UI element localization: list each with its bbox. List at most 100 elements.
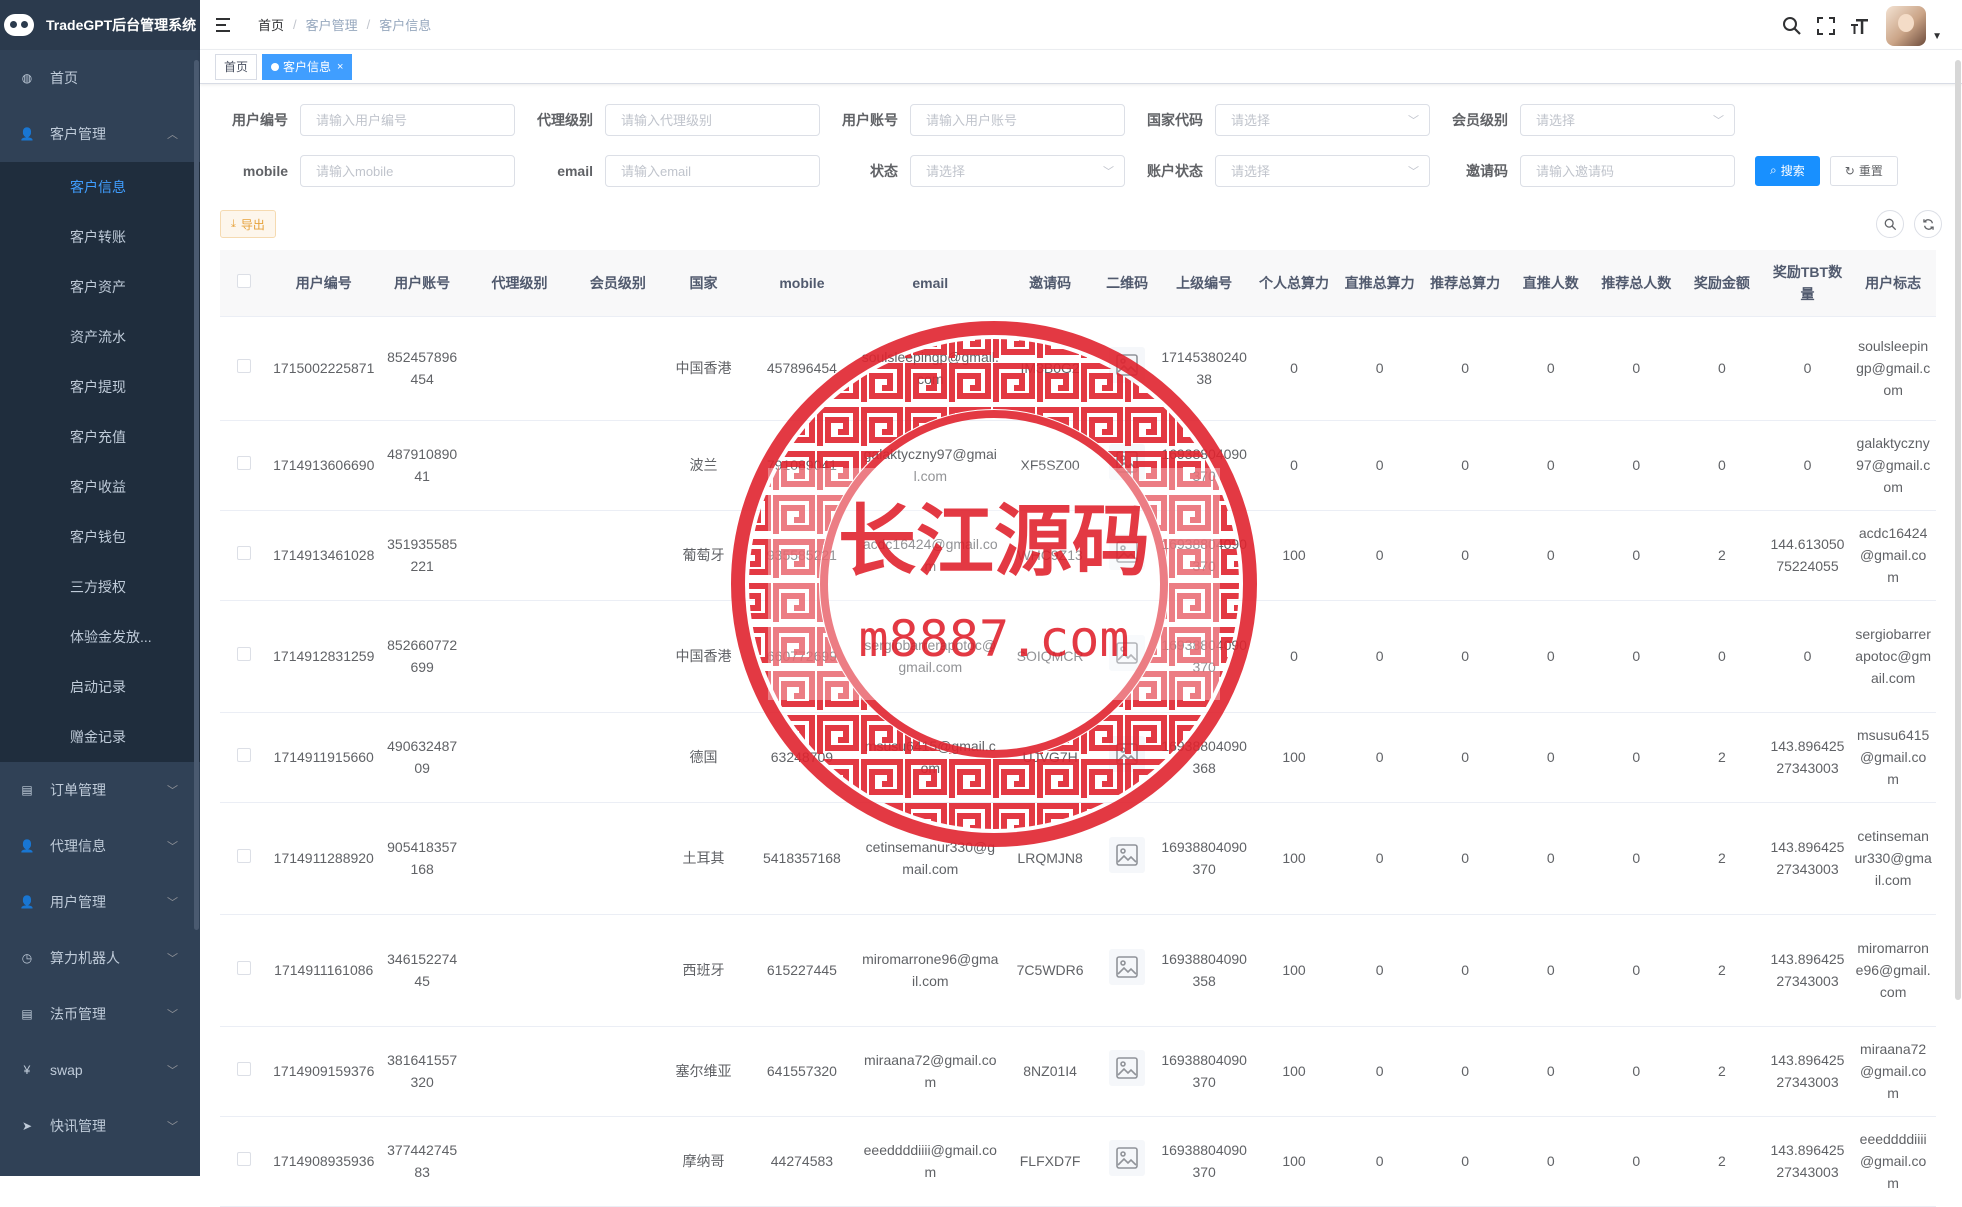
table-row[interactable]: 1714913606690 48791089041 波兰 791089041 galak… [220,420,1936,511]
row-checkbox[interactable] [236,961,251,975]
row-select-cell[interactable] [220,712,268,803]
qr-cell[interactable] [1097,510,1158,601]
sidebar-item-1[interactable]: 👤 客户管理 ︿ [0,106,200,162]
row-select-cell[interactable] [220,1026,268,1117]
qr-cell[interactable] [1097,600,1158,713]
image-placeholder-icon[interactable] [1109,837,1146,873]
filter-input[interactable]: 请输入用户编号 [300,103,515,136]
row-checkbox[interactable] [236,456,251,470]
sidebar-scrollbar[interactable] [194,60,199,930]
row-select-cell[interactable] [220,802,268,915]
filter-input[interactable]: 请输入mobile [300,154,515,187]
image-placeholder-icon[interactable] [1109,635,1146,671]
avatar[interactable] [1886,6,1927,46]
qr-cell[interactable] [1097,420,1158,511]
image-placeholder-icon[interactable] [1109,736,1146,772]
table-row[interactable]: 1714913461028 351935585221 葡萄牙 935585221 acd… [220,510,1936,601]
hamburger-icon[interactable] [216,17,234,32]
sidebar-item-0[interactable]: ◍ 首页 [0,50,200,106]
cell-1: 1714911288920 [267,802,381,915]
qr-cell[interactable] [1097,316,1158,421]
sidebar-subitem-6[interactable]: 客户收益 [0,462,200,512]
cell-7: soulsleepingp@gmail.com [857,316,1004,421]
row-select-cell[interactable] [220,316,268,421]
refresh-button[interactable] [1914,210,1942,238]
table-row[interactable]: 1714912831259 852660772699 中国香港 660772699 se… [220,600,1936,713]
sidebar-subitem-7[interactable]: 客户钱包 [0,512,200,562]
filter-input[interactable]: 请输入代理级别 [605,103,820,136]
sidebar-subitem-3[interactable]: 资产流水 [0,312,200,362]
filter-input[interactable]: 请输入用户账号 [910,103,1125,136]
sidebar-subitem-8[interactable]: 三方授权 [0,562,200,612]
toggle-search-button[interactable] [1876,210,1904,238]
reset-button[interactable]: ↻ 重置 [1829,155,1898,186]
table-row[interactable]: 1714911161086 34615227445 西班牙 615227445 miro… [220,914,1936,1027]
sidebar-item-6[interactable]: ▤ 法币管理 ﹀ [0,986,200,1042]
table-row[interactable]: 1714911288920 905418357168 土耳其 5418357168 ce… [220,802,1936,915]
table-row[interactable]: 1715002225871 852457896454 中国香港 457896454 so… [220,316,1936,421]
row-select-cell[interactable] [220,1116,268,1207]
row-checkbox[interactable] [236,647,251,661]
sidebar-subitem-9[interactable]: 体验金发放... [0,612,200,662]
fullscreen-icon[interactable] [1816,16,1836,36]
sidebar-item-2[interactable]: ▤ 订单管理 ﹀ [0,762,200,818]
row-checkbox[interactable] [236,748,251,762]
sidebar-subitem-10[interactable]: 启动记录 [0,662,200,712]
cell-4 [575,1026,661,1117]
breadcrumb-home[interactable]: 首页 [258,15,284,34]
image-placeholder-icon[interactable] [1109,1140,1146,1176]
filter-select[interactable]: 请选择 ﹀ [1520,103,1735,136]
page-scrollbar[interactable] [1955,60,1961,1000]
font-size-icon[interactable] [1850,16,1870,36]
sidebar-item-3[interactable]: 👤 代理信息 ﹀ [0,818,200,874]
row-select-cell[interactable] [220,600,268,713]
image-placeholder-icon[interactable] [1109,347,1146,383]
close-icon[interactable]: × [337,55,343,79]
sidebar-item-8[interactable]: ➤ 快讯管理 ﹀ [0,1098,200,1154]
table-row[interactable]: 1714911915660 49063248709 德国 63248709 msusu6… [220,712,1936,803]
row-checkbox[interactable] [236,1152,251,1166]
row-checkbox[interactable] [236,1062,251,1076]
sidebar-subitem-0[interactable]: 客户信息 [0,162,200,212]
qr-cell[interactable] [1097,712,1158,803]
tag-home[interactable]: 首页 [215,53,258,80]
search-icon[interactable] [1782,16,1802,36]
sidebar-item-7[interactable]: ¥ swap ﹀ [0,1042,200,1098]
search-button[interactable]: ⌕ 搜索 [1755,155,1820,186]
cell-3 [463,420,576,511]
sidebar-item-4[interactable]: 👤 用户管理 ﹀ [0,874,200,930]
row-select-cell[interactable] [220,510,268,601]
sidebar-item-5[interactable]: ◷ 算力机器人 ﹀ [0,930,200,986]
filter-select[interactable]: 请选择 ﹀ [910,154,1125,187]
table-row[interactable]: 1714909159376 381641557320 塞尔维亚 641557320 mi… [220,1026,1936,1117]
image-placeholder-icon[interactable] [1109,444,1146,480]
app-logo[interactable]: TradeGPT后台管理系统 [0,0,200,50]
export-button[interactable]: ⤓ 导出 [220,210,276,238]
filter-select[interactable]: 请选择 ﹀ [1215,103,1430,136]
image-placeholder-icon[interactable] [1109,534,1146,570]
row-select-cell[interactable] [220,914,268,1027]
sidebar-subitem-1[interactable]: 客户转账 [0,212,200,262]
qr-cell[interactable] [1097,802,1158,915]
row-checkbox[interactable] [236,359,251,373]
qr-cell[interactable] [1097,1116,1158,1207]
row-select-cell[interactable] [220,420,268,511]
sidebar-subitem-11[interactable]: 赠金记录 [0,712,200,762]
image-placeholder-icon[interactable] [1109,1050,1146,1086]
qr-cell[interactable] [1097,914,1158,1027]
sidebar-subitem-2[interactable]: 客户资产 [0,262,200,312]
sidebar-subitem-5[interactable]: 客户充值 [0,412,200,462]
image-placeholder-icon[interactable] [1109,949,1146,985]
select-all-checkbox[interactable] [236,273,251,288]
filter-input[interactable]: 请输入email [605,154,820,187]
qr-cell[interactable] [1097,1026,1158,1117]
filter-input[interactable]: 请输入邀请码 [1520,154,1735,187]
row-checkbox[interactable] [236,849,251,863]
tag-customer-info[interactable]: 客户信息 × [262,53,353,80]
chevron-down-icon[interactable]: ▼ [1932,31,1942,42]
row-checkbox[interactable] [236,546,251,560]
filter-select[interactable]: 请选择 ﹀ [1215,154,1430,187]
table-row[interactable]: 1714908935936 37744274583 摩纳哥 44274583 eeedd… [220,1116,1936,1207]
select-all-header[interactable] [220,250,268,317]
sidebar-subitem-4[interactable]: 客户提现 [0,362,200,412]
